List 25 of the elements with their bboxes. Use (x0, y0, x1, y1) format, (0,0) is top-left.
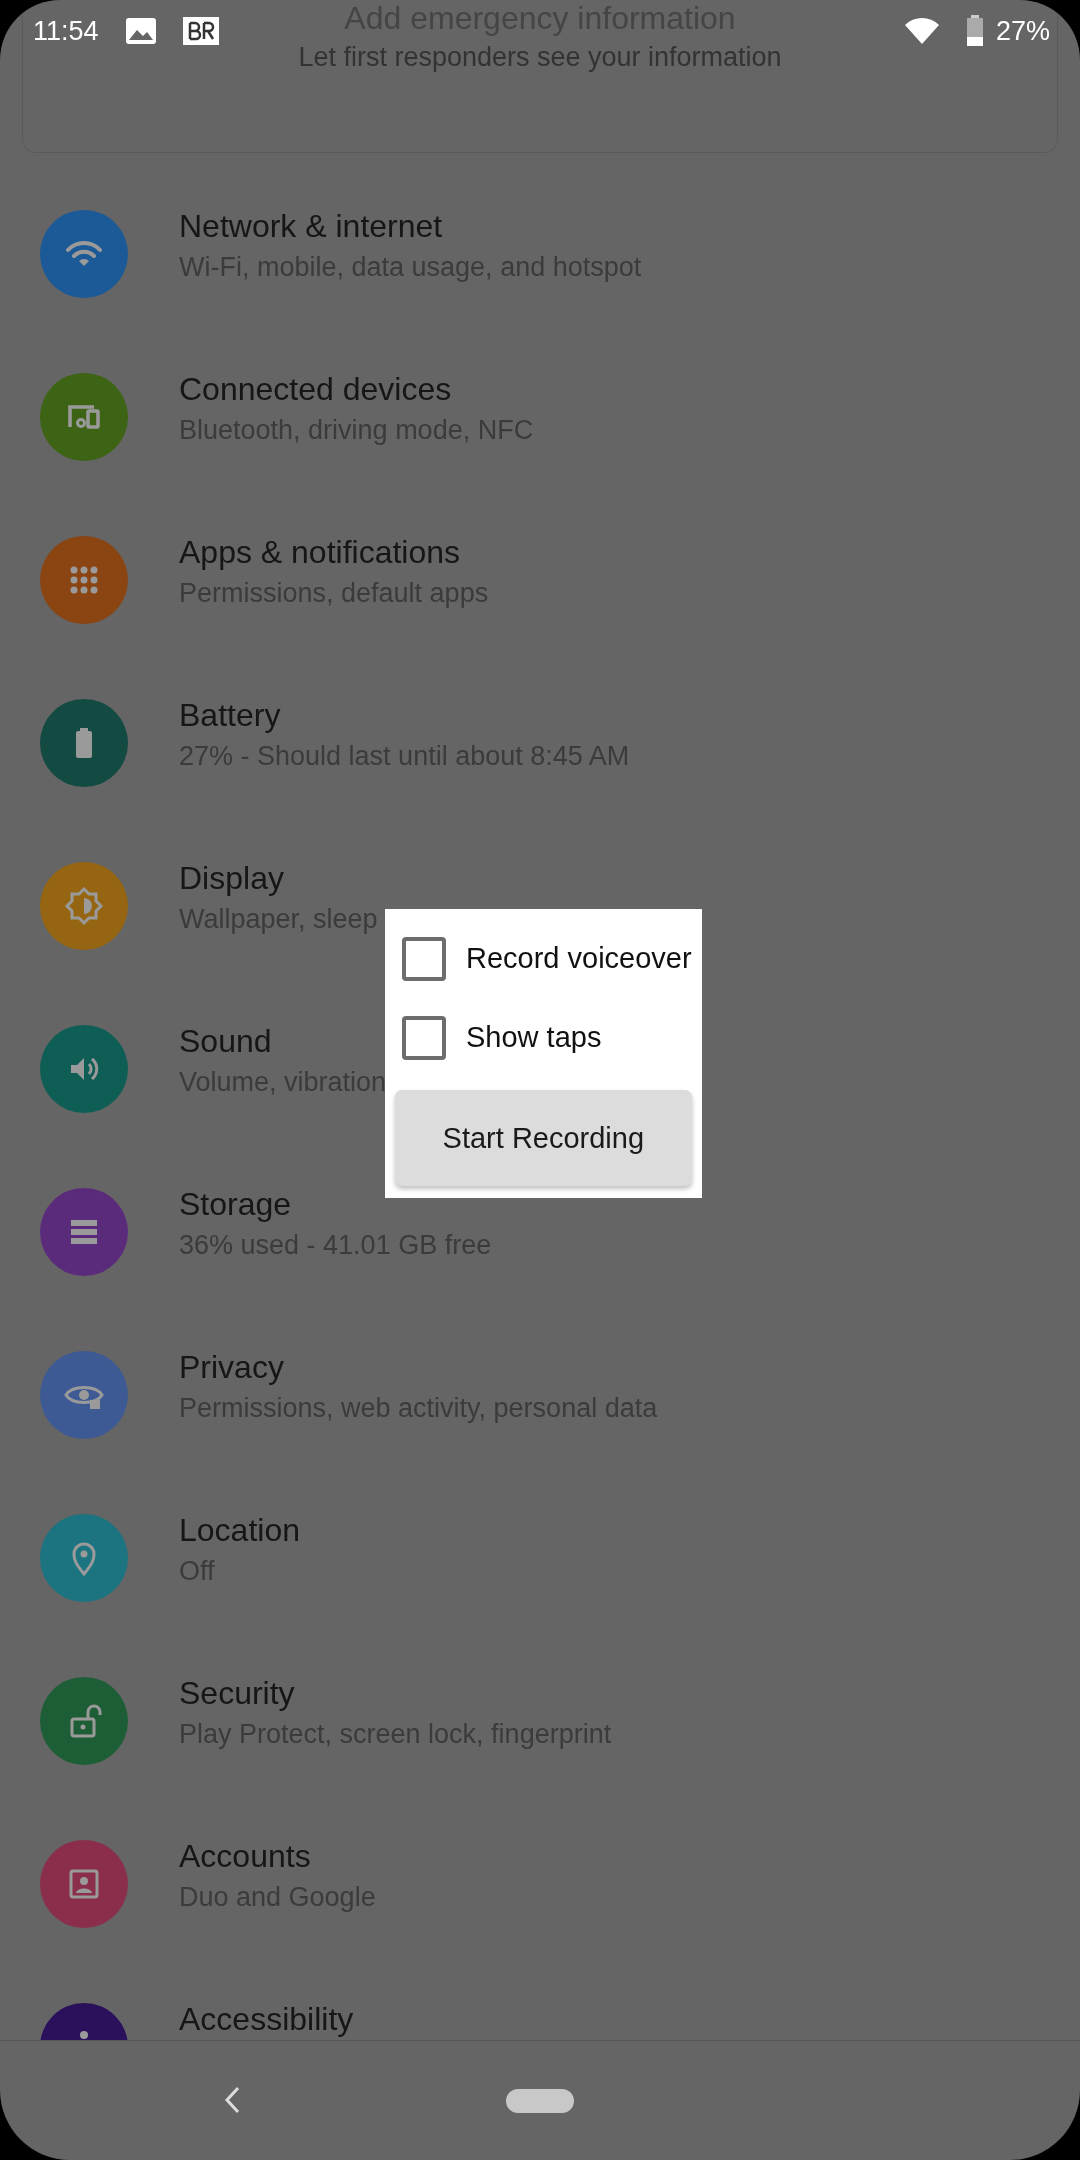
checkbox[interactable] (402, 936, 446, 981)
wifi-signal-icon (903, 17, 940, 45)
setting-title[interactable]: Privacy (179, 1348, 658, 1386)
setting-title[interactable]: Location (179, 1511, 300, 1549)
back-icon[interactable] (222, 2085, 242, 2115)
image-icon (124, 17, 157, 45)
battery-percent: 27% (995, 15, 1050, 47)
battery-level-icon (965, 15, 984, 47)
checkbox-label[interactable]: Record voiceover (466, 942, 692, 975)
setting-title[interactable]: Accounts (179, 1837, 376, 1875)
setting-title[interactable]: Battery (179, 696, 630, 734)
clock: 11:54 (33, 15, 99, 47)
setting-title[interactable]: Network & internet (179, 207, 642, 245)
setting-title[interactable]: Display (179, 859, 378, 897)
app-badge-icon (182, 17, 219, 45)
setting-title[interactable]: Apps & notifications (179, 533, 489, 571)
setting-title[interactable]: Sound (179, 1022, 387, 1060)
home-pill[interactable] (506, 2089, 574, 2113)
checkbox[interactable] (402, 1015, 446, 1060)
setting-title[interactable]: Connected devices (179, 370, 534, 408)
setting-title[interactable]: Security (179, 1674, 612, 1712)
start-recording-button[interactable]: Start Recording (395, 1090, 692, 1186)
setting-title[interactable]: Storage (179, 1185, 492, 1223)
checkbox-label[interactable]: Show taps (466, 1021, 602, 1054)
setting-title[interactable]: Accessibility (179, 2000, 354, 2038)
